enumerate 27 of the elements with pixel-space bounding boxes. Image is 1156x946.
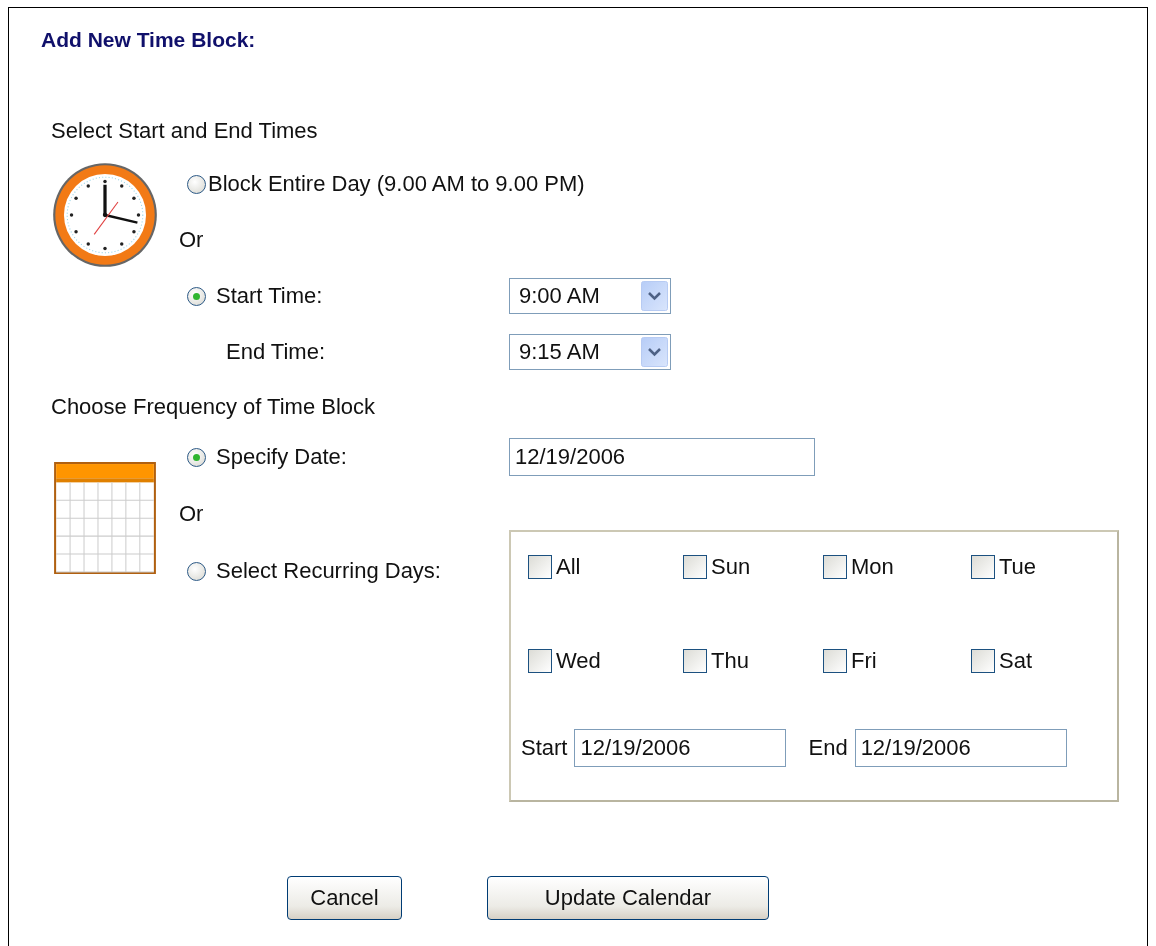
cancel-button[interactable]: Cancel	[287, 876, 402, 920]
field-label: End Time:	[226, 339, 326, 365]
field-label: Start Time:	[216, 283, 323, 309]
radio-label: Block Entire Day (9.00 AM to 9.00 PM)	[208, 171, 585, 197]
time-dropdown[interactable]: 9:15 AM	[509, 334, 671, 370]
or-label: Or	[179, 501, 204, 527]
field-label: Specify Date:	[216, 444, 347, 470]
field-label: Select Recurring Days:	[216, 558, 441, 584]
checkbox-label: Sun	[711, 554, 751, 580]
checkbox-label: All	[556, 554, 581, 580]
checkbox-label: Sat	[999, 648, 1033, 674]
checkbox-label: Wed	[556, 648, 601, 674]
time-dropdown[interactable]: 9:00 AM	[509, 278, 671, 314]
form-title: Add New Time Block:	[41, 28, 257, 52]
checkbox-label: Thu	[711, 648, 749, 674]
date-field[interactable]: 12/19/2006	[509, 438, 815, 476]
section-heading: Select Start and End Times	[51, 118, 318, 144]
end-date-field[interactable]: 12/19/2006	[854, 729, 1067, 767]
field-label: End	[808, 735, 848, 761]
checkbox-label: Mon	[851, 554, 894, 580]
checkbox-label: Tue	[999, 554, 1037, 580]
start-date-field[interactable]: 12/19/2006	[574, 729, 787, 767]
field-label: Start	[521, 735, 568, 761]
checkbox-label: Fri	[851, 648, 877, 674]
or-label: Or	[179, 227, 204, 253]
section-heading: Choose Frequency of Time Block	[51, 394, 376, 420]
update-calendar-button[interactable]: Update Calendar	[487, 876, 769, 920]
